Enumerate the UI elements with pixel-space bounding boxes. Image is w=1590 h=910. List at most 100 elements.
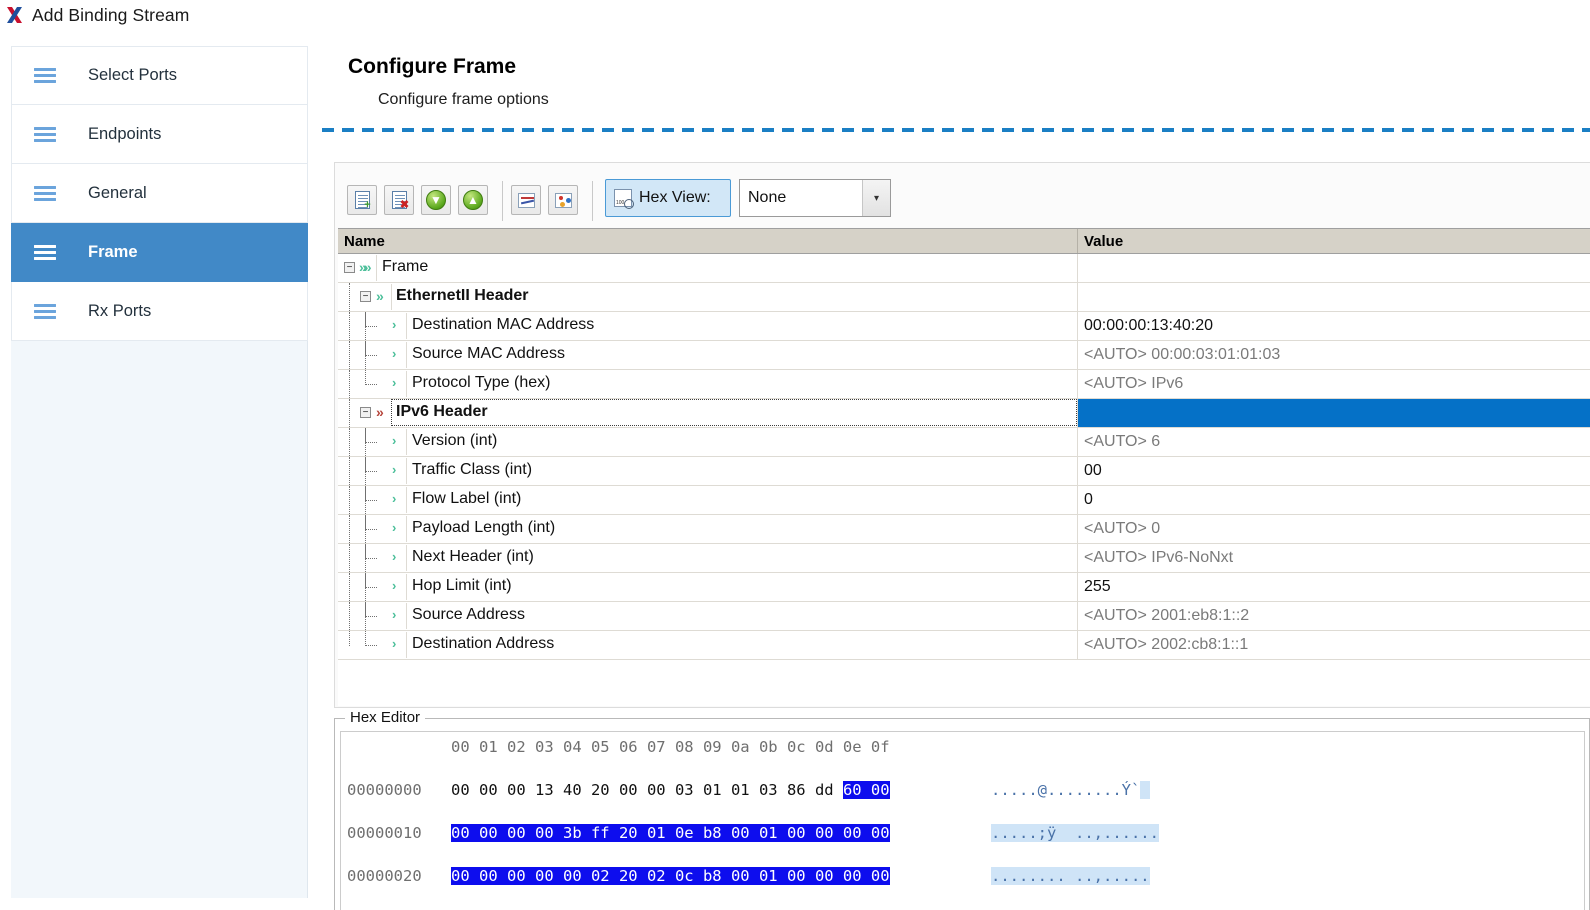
hex-row[interactable]: 00000000 00 00 00 13 40 20 00 00 03 01 0…: [341, 781, 1584, 803]
protocol-chevron-icon: »»: [359, 259, 371, 275]
table-row[interactable]: › Destination Address <AUTO> 2002:cb8:1:…: [338, 631, 1590, 660]
table-row[interactable]: − » EthernetII Header: [338, 283, 1590, 312]
hex-bytes[interactable]: 00 00 00 00 00 02 20 02 0c b8 00 01 00 0…: [451, 867, 890, 885]
sidebar-item-rx-ports[interactable]: Rx Ports: [11, 282, 308, 341]
sidebar-item-label: General: [88, 183, 147, 202]
row-name-cell[interactable]: › Source MAC Address: [338, 341, 1078, 369]
tree-guide: [349, 486, 350, 514]
row-value-cell[interactable]: [1078, 254, 1590, 282]
tree-collapse-toggle[interactable]: −: [360, 291, 371, 302]
sidebar-item-select-ports[interactable]: Select Ports: [11, 46, 308, 105]
table-row[interactable]: › Destination MAC Address 00:00:00:13:40…: [338, 312, 1590, 341]
table-row[interactable]: − » IPv6 Header: [338, 399, 1590, 428]
tree-guide: [349, 428, 350, 456]
row-name-cell[interactable]: − » EthernetII Header: [338, 283, 1078, 311]
hex-ascii[interactable]: .....;ÿ ..‚......: [991, 824, 1159, 842]
row-value-cell[interactable]: 00:00:00:13:40:20: [1078, 312, 1590, 340]
row-label: Version (int): [412, 432, 498, 449]
chart-icon: [517, 192, 535, 208]
row-value-cell[interactable]: 255: [1078, 573, 1590, 601]
column-header-value[interactable]: Value: [1078, 229, 1590, 253]
row-value-cell[interactable]: <AUTO> 0: [1078, 515, 1590, 543]
row-value-cell[interactable]: <AUTO> 2002:cb8:1::1: [1078, 631, 1590, 659]
hex-editor-title: Hex Editor: [345, 709, 426, 726]
tree-elbow: [365, 428, 377, 443]
hex-bytes[interactable]: 00 00 00 00 3b ff 20 01 0e b8 00 01 00 0…: [451, 824, 890, 842]
table-row[interactable]: › Next Header (int) <AUTO> IPv6-NoNxt: [338, 544, 1590, 573]
row-value-cell[interactable]: 0: [1078, 486, 1590, 514]
tree-guide: [349, 573, 350, 601]
row-name-cell[interactable]: − » IPv6 Header: [338, 399, 1078, 427]
column-header-name[interactable]: Name: [338, 229, 1078, 253]
tree-guide: [349, 544, 350, 572]
row-label: Traffic Class (int): [412, 461, 533, 478]
toolbar-separator: [592, 181, 593, 221]
row-name-cell[interactable]: › Destination Address: [338, 631, 1078, 659]
row-value-cell[interactable]: [1078, 283, 1590, 311]
row-value-cell[interactable]: <AUTO> IPv6-NoNxt: [1078, 544, 1590, 572]
hex-row[interactable]: 00000020 00 00 00 00 00 02 20 02 0c b8 0…: [341, 867, 1584, 889]
move-up-button[interactable]: ▲: [458, 185, 488, 215]
hex-bytes-selected: 60 00: [842, 781, 890, 799]
hex-bytes[interactable]: 00 00 00 13 40 20 00 00 03 01 01 03 86 d…: [451, 781, 890, 799]
hex-ascii[interactable]: .....@........Ý`: [991, 781, 1150, 799]
hex-bytes-selected: 00 00 00 00 00 02 20 02 0c b8 00 01 00 0…: [451, 867, 890, 885]
hex-offset: 00000010: [347, 824, 422, 842]
chevron-down-icon[interactable]: ▾: [862, 180, 890, 216]
row-value-cell[interactable]: <AUTO> 00:00:03:01:01:03: [1078, 341, 1590, 369]
row-name-cell[interactable]: › Source Address: [338, 602, 1078, 630]
table-row[interactable]: − »» Frame: [338, 254, 1590, 283]
table-row[interactable]: › Payload Length (int) <AUTO> 0: [338, 515, 1590, 544]
row-name-cell[interactable]: › Protocol Type (hex): [338, 370, 1078, 398]
row-value-cell[interactable]: <AUTO> 2001:eb8:1::2: [1078, 602, 1590, 630]
table-row[interactable]: › Source Address <AUTO> 2001:eb8:1::2: [338, 602, 1590, 631]
sidebar-item-frame[interactable]: Frame: [11, 223, 308, 282]
tree-collapse-toggle[interactable]: −: [344, 262, 355, 273]
table-row[interactable]: › Flow Label (int) 0: [338, 486, 1590, 515]
row-name-cell[interactable]: › Traffic Class (int): [338, 457, 1078, 485]
field-chevron-icon: ›: [392, 462, 397, 477]
row-value-cell[interactable]: <AUTO> IPv6: [1078, 370, 1590, 398]
table-row[interactable]: › Source MAC Address <AUTO> 00:00:03:01:…: [338, 341, 1590, 370]
remove-protocol-button[interactable]: ✖: [384, 185, 414, 215]
row-value-cell[interactable]: <AUTO> 6: [1078, 428, 1590, 456]
row-value-cell[interactable]: [1078, 399, 1590, 427]
field-chevron-icon: ›: [392, 375, 397, 390]
frame-toolbar: + ✖ ▼ ▲ 100 Hex View: None ▾: [335, 163, 1590, 227]
field-dots-button[interactable]: [548, 185, 578, 215]
row-value-cell[interactable]: 00: [1078, 457, 1590, 485]
table-row[interactable]: › Protocol Type (hex) <AUTO> IPv6: [338, 370, 1590, 399]
row-name-cell[interactable]: › Hop Limit (int): [338, 573, 1078, 601]
hex-offset: 00000000: [347, 781, 422, 799]
row-name-cell[interactable]: − »» Frame: [338, 254, 1078, 282]
move-down-button[interactable]: ▼: [421, 185, 451, 215]
hex-editor-content[interactable]: 00 01 02 03 04 05 06 07 08 09 0a 0b 0c 0…: [340, 731, 1585, 910]
hex-ascii[interactable]: ........ ..‚.....: [991, 867, 1150, 885]
add-protocol-button[interactable]: +: [347, 185, 377, 215]
hex-view-toggle-button[interactable]: Hex View:: [605, 179, 731, 217]
table-row[interactable]: › Traffic Class (int) 00: [338, 457, 1590, 486]
hex-ascii-selected: .....;ÿ ..‚......: [991, 824, 1159, 842]
row-name-cell[interactable]: › Payload Length (int): [338, 515, 1078, 543]
row-label: Source Address: [412, 606, 525, 623]
row-name-cell[interactable]: › Version (int): [338, 428, 1078, 456]
row-name-cell[interactable]: › Next Header (int): [338, 544, 1078, 572]
hex-view-selected-value: None: [748, 189, 787, 206]
sidebar-item-general[interactable]: General: [11, 164, 308, 223]
table-row[interactable]: › Version (int) <AUTO> 6: [338, 428, 1590, 457]
row-name-cell[interactable]: › Destination MAC Address: [338, 312, 1078, 340]
row-label: Protocol Type (hex): [412, 374, 551, 391]
row-name-cell[interactable]: › Flow Label (int): [338, 486, 1078, 514]
field-chart-button[interactable]: [511, 185, 541, 215]
hex-view-select[interactable]: None ▾: [739, 179, 891, 217]
sidebar-item-endpoints[interactable]: Endpoints: [11, 105, 308, 164]
tree-collapse-toggle[interactable]: −: [360, 407, 371, 418]
hex-ascii-plain: .....@........Ý`: [991, 781, 1141, 799]
hex-ascii-selected: ........ ..‚.....: [991, 867, 1150, 885]
row-label: EthernetII Header: [396, 287, 529, 304]
hex-magnifier-icon: [614, 189, 634, 209]
table-row[interactable]: › Hop Limit (int) 255: [338, 573, 1590, 602]
hex-row[interactable]: 00000010 00 00 00 00 3b ff 20 01 0e b8 0…: [341, 824, 1584, 846]
tree-elbow: [365, 602, 377, 617]
tree-guide: [349, 399, 350, 427]
